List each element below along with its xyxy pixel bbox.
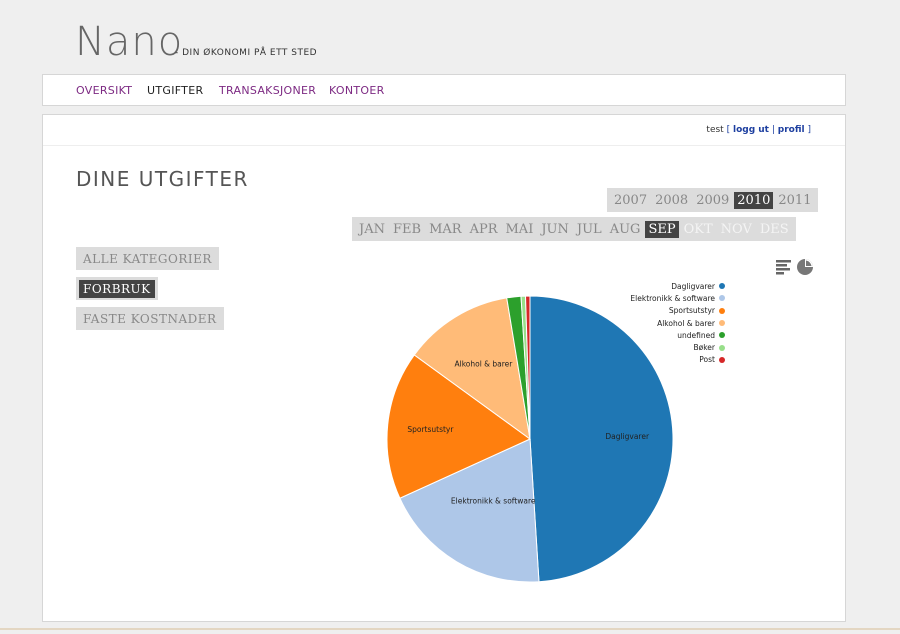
legend-item[interactable]: Elektronikk & software (630, 292, 725, 304)
pie-slice[interactable] (399, 438, 540, 583)
divider (43, 145, 845, 146)
month-aug[interactable]: AUG (607, 221, 644, 238)
legend-label: Bøker (693, 343, 715, 353)
pie-chart-icon[interactable] (797, 259, 813, 275)
month-nov[interactable]: NOV (718, 221, 755, 238)
month-mar[interactable]: MAR (426, 221, 465, 238)
slice-label: Alkohol & barer (454, 360, 513, 369)
legend-swatch (719, 344, 725, 351)
legend-label: undefined (677, 330, 715, 340)
year-2010[interactable]: 2010 (734, 191, 774, 209)
pie-slice[interactable] (413, 297, 531, 441)
category-label: ALLE KATEGORIER (83, 251, 212, 266)
year-2008[interactable]: 2008 (652, 192, 691, 209)
month-apr[interactable]: APR (467, 221, 501, 238)
pie-slice[interactable] (386, 354, 531, 499)
main-panel: test [ logg ut | profil ] DINE UTGIFTER … (42, 114, 846, 622)
legend-item[interactable]: undefined (630, 329, 725, 341)
profile-link[interactable]: profil (778, 125, 805, 135)
logout-link[interactable]: logg ut (733, 125, 769, 135)
legend-swatch (719, 283, 725, 290)
month-mai[interactable]: MAI (503, 221, 537, 238)
footer-divider (0, 628, 900, 630)
year-selector: 2007 2008 2009 2010 2011 (607, 188, 819, 212)
category-label: FORBRUK (79, 279, 155, 298)
nav-utgifter[interactable]: UTGIFTER (147, 84, 203, 97)
slice-label: Elektronikk & software (451, 496, 536, 505)
legend-swatch (719, 332, 725, 339)
year-2009[interactable]: 2009 (693, 192, 732, 209)
bracket-open: [ (726, 125, 731, 135)
user-bar: test [ logg ut | profil ] (706, 125, 811, 135)
nav-transaksjoner[interactable]: TRANSAKSJONER (219, 84, 316, 97)
month-jan[interactable]: JAN (356, 221, 388, 238)
month-sep[interactable]: SEP (645, 220, 679, 238)
legend-item[interactable]: Sportsutstyr (630, 305, 725, 317)
view-toggle (776, 258, 814, 276)
legend-swatch (719, 307, 725, 314)
bar-chart-icon[interactable] (776, 260, 791, 275)
legend-label: Post (699, 355, 715, 365)
main-nav: OVERSIKT UTGIFTER TRANSAKSJONER KONTOER (42, 74, 846, 106)
nav-oversikt[interactable]: OVERSIKT (76, 84, 132, 97)
legend-swatch (719, 320, 725, 327)
legend-label: Dagligvarer (671, 281, 715, 291)
category-faste-kostnader[interactable]: FASTE KOSTNADER (76, 307, 224, 330)
legend-swatch (719, 295, 725, 302)
category-alle[interactable]: ALLE KATEGORIER (76, 247, 219, 270)
nav-kontoer[interactable]: KONTOER (329, 84, 385, 97)
page-title: DINE UTGIFTER (76, 167, 249, 191)
view-icons-svg (776, 259, 813, 275)
month-okt[interactable]: OKT (681, 221, 716, 238)
legend-swatch (719, 356, 725, 363)
pie-slice[interactable] (524, 295, 531, 440)
category-label: FASTE KOSTNADER (83, 311, 217, 326)
slice-label: Sportsutstyr (407, 425, 454, 434)
month-jun[interactable]: JUN (538, 221, 572, 238)
month-jul[interactable]: JUL (574, 221, 605, 238)
year-2007[interactable]: 2007 (611, 192, 650, 209)
year-2011[interactable]: 2011 (775, 192, 814, 209)
slice-label: Dagligvarer (605, 432, 650, 441)
chart-legend: Dagligvarer Elektronikk & software Sportsu… (630, 280, 725, 366)
month-selector: JAN FEB MAR APR MAI JUN JUL AUG SEP OKT NOV DES (352, 217, 796, 241)
category-forbruk[interactable]: FORBRUK (76, 277, 158, 300)
separator: | (771, 125, 775, 135)
month-feb[interactable]: FEB (390, 221, 424, 238)
legend-item[interactable]: Post (630, 354, 725, 366)
legend-item[interactable]: Bøker (630, 341, 725, 353)
legend-item[interactable]: Alkohol & barer (630, 317, 725, 329)
tagline: - DIN ØKONOMI PÅ ETT STED (175, 48, 318, 58)
legend-item[interactable]: Dagligvarer (630, 280, 725, 292)
bracket-close: ] (807, 125, 811, 135)
username: test (706, 125, 724, 135)
legend-label: Sportsutstyr (668, 306, 715, 316)
legend-label: Elektronikk & software (630, 293, 715, 303)
month-des[interactable]: DES (757, 221, 792, 238)
pie-slice[interactable] (506, 295, 531, 440)
legend-label: Alkohol & barer (657, 318, 715, 328)
pie-slice[interactable] (520, 295, 531, 440)
logo: Nano (75, 19, 184, 65)
